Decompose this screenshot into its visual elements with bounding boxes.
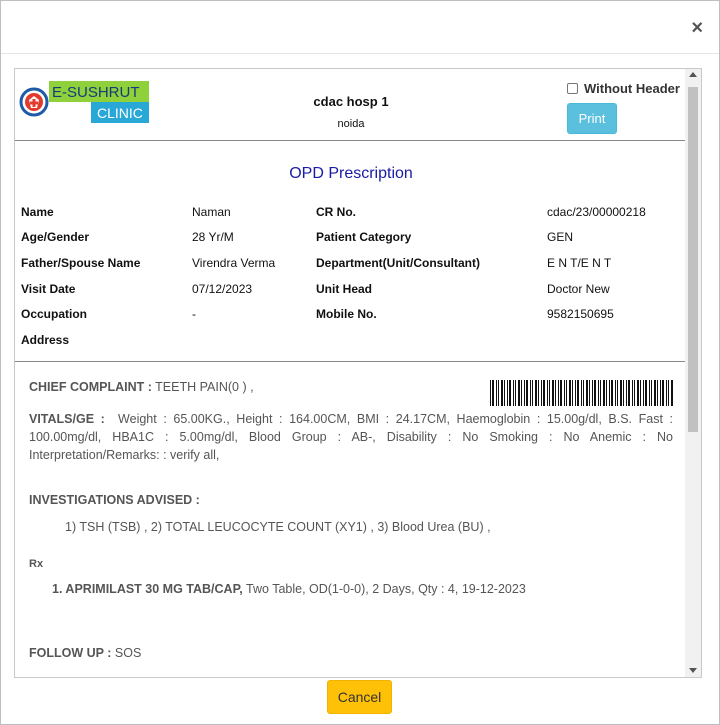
visit-date-label: Visit Date <box>21 282 76 296</box>
drug-detail: Two Table, OD(1-0-0), 2 Days, Qty : 4, 1… <box>246 582 526 596</box>
father-spouse-value: Virendra Verma <box>192 256 276 270</box>
investigations-value: 1) TSH (TSB) , 2) TOTAL LEUCOCYTE COUNT … <box>65 520 491 534</box>
vitals: VITALS/GE : Weight : 65.00KG., Height : … <box>29 410 673 464</box>
occupation-value: - <box>192 307 196 321</box>
unit-head-label: Unit Head <box>316 282 373 296</box>
father-spouse-label: Father/Spouse Name <box>21 256 141 270</box>
occupation-label: Occupation <box>21 307 88 321</box>
section-divider <box>15 361 687 362</box>
scrollbar-thumb[interactable] <box>688 87 698 432</box>
name-value: Naman <box>192 205 231 219</box>
unit-head-value: Doctor New <box>547 282 610 296</box>
barcode-image <box>490 380 673 406</box>
investigations-label: INVESTIGATIONS ADVISED : <box>29 493 200 507</box>
address-label: Address <box>21 333 70 347</box>
chief-complaint-label: CHIEF COMPLAINT : <box>29 380 152 394</box>
prescription-modal: × E-SUSHRUT CLINIC cdac hosp 1 noida Wit… <box>0 0 720 725</box>
mobile-value: 9582150695 <box>547 307 614 321</box>
patient-category-value: GEN <box>547 230 574 244</box>
without-header-checkbox[interactable] <box>567 83 578 94</box>
cr-no-value: cdac/23/00000218 <box>547 205 646 219</box>
vitals-label: VITALS/GE : <box>29 412 105 426</box>
print-button[interactable]: Print <box>567 103 617 134</box>
drug-line: 1. APRIMILAST 30 MG TAB/CAP, Two Table, … <box>52 582 526 596</box>
without-header-label: Without Header <box>584 81 680 96</box>
vitals-value: Weight : 65.00KG., Height : 164.00CM, BM… <box>29 412 674 462</box>
prescription-title: OPD Prescription <box>289 165 413 182</box>
without-header-toggle[interactable]: Without Header <box>567 81 680 96</box>
vertical-scrollbar[interactable] <box>685 69 701 677</box>
drug-name: 1. APRIMILAST 30 MG TAB/CAP, <box>52 582 243 596</box>
close-icon[interactable]: × <box>691 18 703 38</box>
prescription-header: E-SUSHRUT CLINIC cdac hosp 1 noida Witho… <box>15 69 687 141</box>
follow-up-label: FOLLOW UP : <box>29 646 112 660</box>
follow-up-value: SOS <box>114 646 142 660</box>
cr-no-label: CR No. <box>316 205 356 219</box>
visit-date-value: 07/12/2023 <box>192 282 253 296</box>
patient-category-label: Patient Category <box>316 230 412 244</box>
chief-complaint: CHIEF COMPLAINT : TEETH PAIN(0 ) , <box>29 380 254 394</box>
department-value: E N T/E N T <box>547 256 612 270</box>
scroll-down-arrow-icon[interactable] <box>689 668 697 673</box>
prescription-content: E-SUSHRUT CLINIC cdac hosp 1 noida Witho… <box>15 69 687 677</box>
chief-complaint-value: TEETH PAIN(0 ) , <box>155 380 254 394</box>
cancel-button[interactable]: Cancel <box>327 680 392 714</box>
age-gender-value: 28 Yr/M <box>192 230 234 244</box>
scroll-up-arrow-icon[interactable] <box>689 72 697 77</box>
name-label: Name <box>21 205 54 219</box>
prescription-preview-frame: E-SUSHRUT CLINIC cdac hosp 1 noida Witho… <box>14 68 702 678</box>
department-label: Department(Unit/Consultant) <box>316 256 480 270</box>
age-gender-label: Age/Gender <box>21 230 90 244</box>
modal-header: × <box>1 1 719 54</box>
rx-symbol: Rx <box>29 558 44 570</box>
follow-up: FOLLOW UP : SOS <box>29 646 141 660</box>
mobile-label: Mobile No. <box>316 307 377 321</box>
